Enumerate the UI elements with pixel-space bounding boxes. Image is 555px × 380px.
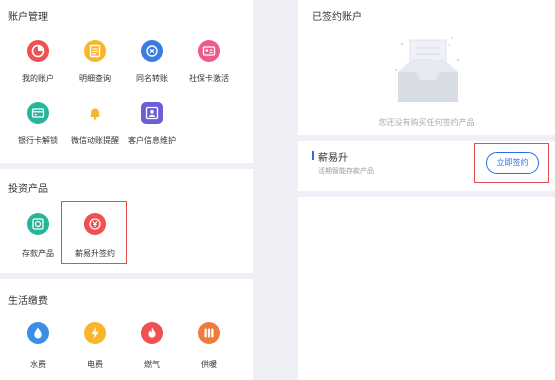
radiator-icon	[198, 322, 220, 344]
left-panel: 账户管理 我的账户 明细查询 同名转账 社保卡激活 银行卡解锁 微信动账提醒 客…	[0, 0, 253, 380]
flame-icon	[141, 322, 163, 344]
right-panel: 已签约账户 您还没有购买任何签约产品 薪易升 活期智能存款产品 立即签约	[298, 0, 555, 380]
water-drop-icon	[27, 322, 49, 344]
product-accent-bar	[312, 151, 314, 160]
signed-accounts-title: 已签约账户	[312, 12, 362, 23]
id-card-icon	[198, 40, 220, 62]
account-management-title: 账户管理	[8, 12, 48, 23]
lightning-icon	[84, 322, 106, 344]
sign-button-highlight-box	[474, 143, 549, 183]
deposit-icon	[27, 213, 49, 235]
pie-chart-icon	[27, 40, 49, 62]
social-security-card-activation-item[interactable]: 社保卡激活	[181, 40, 237, 88]
customer-info-item[interactable]: 客户信息维护	[124, 102, 180, 150]
living-payment-card: 生活缴费 水费 电费 燃气 供暖	[0, 279, 253, 380]
empty-state-message: 您还没有购买任何签约产品	[378, 118, 475, 127]
section-divider	[298, 135, 555, 141]
living-payment-title: 生活缴费	[8, 296, 48, 307]
heating-bill-label: 供暖	[201, 360, 217, 369]
customer-info-label: 客户信息维护	[128, 136, 176, 145]
bank-card-icon	[27, 102, 49, 124]
bottom-divider	[298, 191, 555, 197]
user-profile-icon	[141, 102, 163, 124]
social-security-card-activation-label: 社保卡激活	[189, 74, 229, 83]
product-name: 薪易升	[318, 153, 348, 164]
transfer-icon	[141, 40, 163, 62]
bell-icon	[84, 102, 106, 124]
account-management-card: 账户管理 我的账户 明细查询 同名转账 社保卡激活 银行卡解锁 微信动账提醒 客…	[0, 0, 253, 163]
document-list-icon	[84, 40, 106, 62]
empty-inbox-illustration	[392, 30, 464, 108]
investment-products-card: 投资产品 存款产品 薪易升签约	[0, 169, 253, 273]
xinyisheng-highlight-box	[61, 201, 127, 264]
investment-products-title: 投资产品	[8, 184, 48, 195]
product-description: 活期智能存款产品	[318, 168, 374, 175]
heating-bill-item[interactable]: 供暖	[181, 322, 237, 370]
